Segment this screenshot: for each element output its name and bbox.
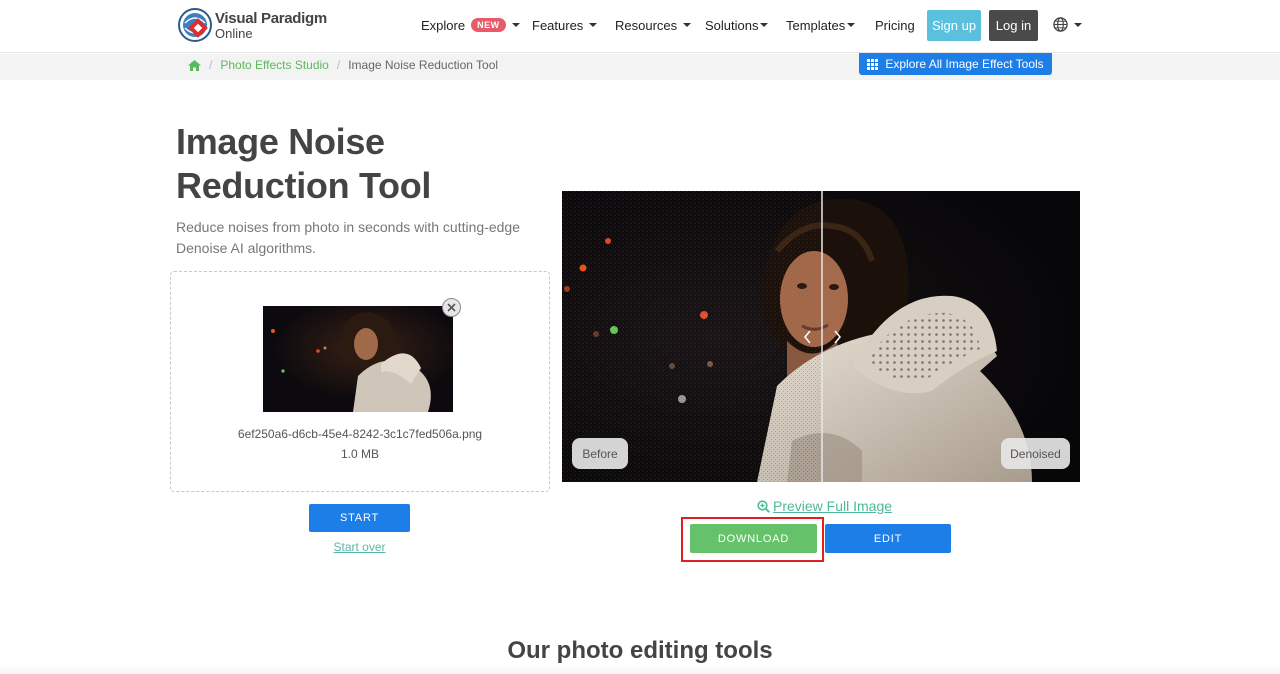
chevron-down-icon [1074,22,1082,27]
nav-features[interactable]: Features [532,0,598,50]
nav-solutions[interactable]: Solutions [705,0,769,50]
denoised-label: Denoised [1001,438,1070,469]
nav-pricing[interactable]: Pricing [875,0,915,50]
chevron-down-icon [511,23,520,27]
zoom-icon [757,499,770,513]
nav-pricing-label: Pricing [875,17,915,33]
nav-explore-label: Explore [421,17,466,33]
chevron-down-icon [683,23,692,27]
language-selector[interactable] [1053,17,1082,32]
logo-icon [178,8,212,42]
remove-file-button[interactable] [442,298,461,317]
globe-icon [1053,17,1068,32]
nav-templates[interactable]: Templates [786,0,856,50]
start-over-link[interactable]: Start over [309,540,410,554]
nav-resources-label: Resources [615,17,678,33]
breadcrumb-bar: / Photo Effects Studio / Image Noise Red… [0,54,1280,80]
breadcrumb-separator: / [209,58,213,72]
file-size: 1.0 MB [340,447,379,461]
comparison-image [562,191,1080,482]
section-fade [0,664,1280,674]
top-navbar: Visual Paradigm Online Explore NEW Featur… [0,0,1280,53]
before-label: Before [572,438,628,469]
download-button[interactable]: DOWNLOAD [690,524,817,553]
file-name: 6ef250a6-d6cb-45e4-8242-3c1c7fed506a.png [237,427,483,441]
preview-full-image-link[interactable]: Preview Full Image [757,498,892,514]
explore-all-tools-label: Explore All Image Effect Tools [885,57,1044,71]
signup-button[interactable]: Sign up [927,10,981,41]
logo-title: Visual Paradigm [215,9,327,27]
grid-icon [867,58,879,70]
chevron-down-icon [760,23,769,27]
new-badge: NEW [471,18,506,32]
nav-solutions-label: Solutions [705,17,759,33]
close-icon [447,303,456,312]
breadcrumb-photo-effects-studio[interactable]: Photo Effects Studio [220,58,329,72]
section-title: Our photo editing tools [507,637,773,664]
breadcrumb-separator: / [336,58,341,72]
page-subtitle: Reduce noises from photo in seconds with… [176,219,520,256]
nav-resources[interactable]: Resources [615,0,692,50]
breadcrumb: / Photo Effects Studio / Image Noise Red… [188,56,498,74]
logo-subtitle: Online [215,25,253,41]
before-after-compare[interactable] [562,191,1080,482]
explore-all-tools-button[interactable]: Explore All Image Effect Tools [859,53,1052,75]
chevron-down-icon [847,23,856,27]
home-icon[interactable] [188,59,201,71]
uploaded-image-thumbnail [263,306,453,412]
preview-full-image-label: Preview Full Image [773,498,893,514]
edit-button[interactable]: EDIT [825,524,951,553]
nav-templates-label: Templates [786,17,846,33]
logo[interactable]: Visual Paradigm Online [178,8,327,42]
chevron-down-icon [589,23,598,27]
breadcrumb-current: Image Noise Reduction Tool [348,58,499,72]
login-button[interactable]: Log in [989,10,1038,41]
start-button[interactable]: START [309,504,410,532]
nav-features-label: Features [532,17,584,33]
page-title: Image Noise Reduction Tool [176,121,432,206]
nav-explore[interactable]: Explore NEW [421,0,520,50]
